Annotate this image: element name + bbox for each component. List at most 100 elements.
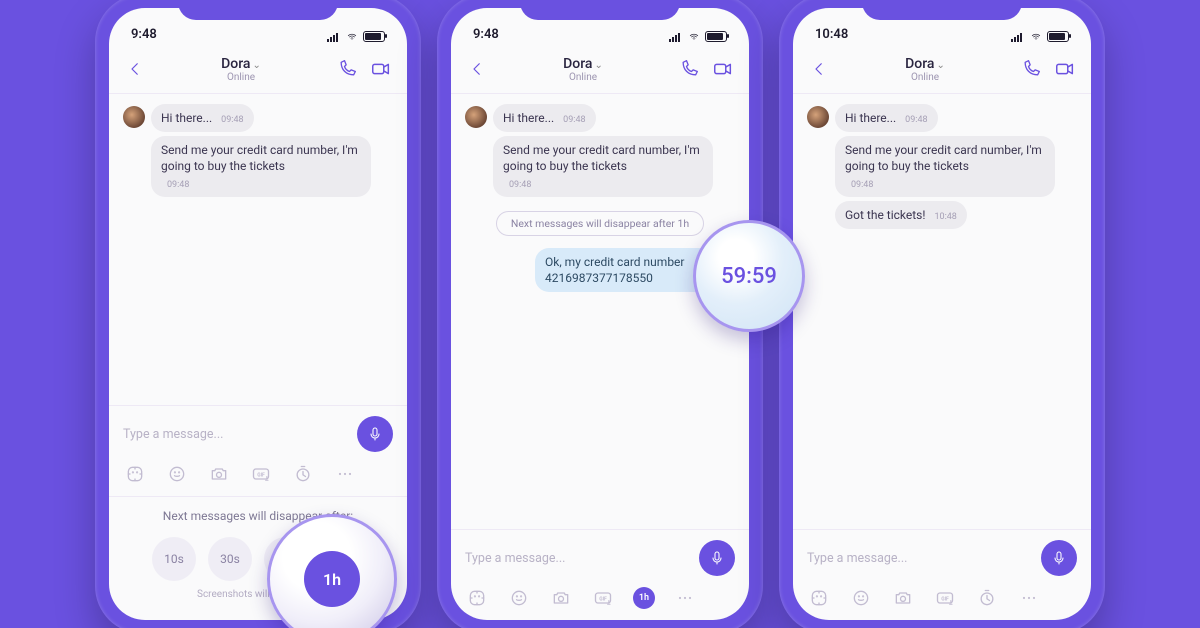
emoji-icon[interactable] [507,586,531,610]
message-text: Send me your credit card number, I'm goi… [503,143,700,173]
cellular-icon [669,32,683,42]
timer-icon[interactable] [975,586,999,610]
timer-option-1h-selected[interactable]: 1h [304,551,360,607]
message-bubble[interactable]: Hi there... 09:48 [493,104,596,132]
camera-icon[interactable] [207,462,231,486]
emoji-icon[interactable] [849,586,873,610]
status-right-icons [669,31,727,42]
timer-option-10s[interactable]: 10s [152,537,196,581]
message-time: 09:48 [563,115,585,125]
input-area: Type a message... GIF [793,529,1091,620]
message-list[interactable]: Hi there... 09:48 Send me your credit ca… [109,94,407,405]
chat-header: Dora⌄ Online [109,44,407,94]
message-row: Send me your credit card number, I'm goi… [807,136,1077,197]
notch [520,0,680,20]
message-bubble[interactable]: Send me your credit card number, I'm goi… [151,136,371,197]
call-icon[interactable] [335,57,359,81]
chevron-down-icon: ⌄ [936,60,944,71]
chat-header: Dora⌄ Online [793,44,1091,94]
call-icon[interactable] [677,57,701,81]
more-icon[interactable] [333,462,357,486]
camera-icon[interactable] [549,586,573,610]
more-icon[interactable] [673,586,697,610]
message-list[interactable]: Hi there... 09:48 Send me your credit ca… [451,94,749,529]
message-text: Hi there... [503,111,554,125]
message-time: 09:48 [905,115,927,125]
chat-title[interactable]: Dora⌄ Online [147,54,335,83]
chat-title[interactable]: Dora⌄ Online [489,54,677,83]
mic-button[interactable] [1041,540,1077,576]
emoji-icon[interactable] [165,462,189,486]
message-text: Hi there... [161,111,212,125]
message-row: Hi there... 09:48 [465,104,735,132]
message-input[interactable]: Type a message... [807,551,1031,566]
svg-text:GIF: GIF [941,597,949,603]
avatar[interactable] [465,106,487,128]
phone-mock-1: 9:48 Dora⌄ Online [95,0,421,628]
battery-icon [1047,31,1069,42]
message-time: 09:48 [509,180,531,190]
sticker-icon[interactable] [807,586,831,610]
tool-row: GIF 1h [465,586,735,610]
call-icon[interactable] [1019,57,1043,81]
message-time: 09:48 [851,180,873,190]
message-row: Hi there... 09:48 [123,104,393,132]
disappear-divider: Next messages will disappear after 1h [496,211,704,236]
message-bubble[interactable]: Hi there... 09:48 [835,104,938,132]
video-icon[interactable] [711,57,735,81]
message-time: 09:48 [221,115,243,125]
back-icon[interactable] [465,57,489,81]
cellular-icon [1011,32,1025,42]
sticker-icon[interactable] [123,462,147,486]
video-icon[interactable] [369,57,393,81]
back-icon[interactable] [807,57,831,81]
contact-name: Dora [905,56,934,72]
mic-button[interactable] [699,540,735,576]
contact-name: Dora [221,56,250,72]
message-bubble[interactable]: Got the tickets! 10:48 [835,201,967,229]
message-list[interactable]: Hi there... 09:48 Send me your credit ca… [793,94,1091,529]
video-icon[interactable] [1053,57,1077,81]
sticker-icon[interactable] [465,586,489,610]
message-input[interactable]: Type a message... [465,551,689,566]
battery-icon [705,31,727,42]
status-right-icons [1011,31,1069,42]
status-clock: 10:48 [815,27,848,42]
cellular-icon [327,32,341,42]
gif-icon[interactable]: GIF [249,462,273,486]
message-text: Got the tickets! [845,208,925,222]
message-bubble[interactable]: Hi there... 09:48 [151,104,254,132]
timer-option-30s[interactable]: 30s [208,537,252,581]
contact-status: Online [489,72,677,83]
input-area: Type a message... GIF 1h [451,529,749,620]
tool-row: GIF [123,462,393,486]
message-bubble[interactable]: Send me your credit card number, I'm goi… [493,136,713,197]
mic-button[interactable] [357,416,393,452]
screen: 9:48 Dora⌄ Online Hi there... [451,8,749,620]
timer-icon[interactable] [291,462,315,486]
message-row: Hi there... 09:48 [807,104,1077,132]
avatar[interactable] [123,106,145,128]
message-bubble[interactable]: Send me your credit card number, I'm goi… [835,136,1055,197]
tool-row: GIF [807,586,1077,610]
camera-icon[interactable] [891,586,915,610]
message-row: Got the tickets! 10:48 [807,201,1077,229]
phone-mock-3: 10:48 Dora⌄ Online Hi there... [779,0,1105,628]
message-text: Send me your credit card number, I'm goi… [845,143,1042,173]
back-icon[interactable] [123,57,147,81]
status-clock: 9:48 [473,27,499,42]
contact-status: Online [831,72,1019,83]
timer-chip-active[interactable]: 1h [633,587,655,609]
avatar[interactable] [807,106,829,128]
chat-title[interactable]: Dora⌄ Online [831,54,1019,83]
wifi-icon [345,32,359,42]
message-row: Send me your credit card number, I'm goi… [465,136,735,197]
gif-icon[interactable]: GIF [591,586,615,610]
gif-icon[interactable]: GIF [933,586,957,610]
message-text: Hi there... [845,111,896,125]
input-area: Type a message... GIF [109,405,407,496]
wifi-icon [1029,32,1043,42]
message-input[interactable]: Type a message... [123,427,347,442]
more-icon[interactable] [1017,586,1041,610]
wifi-icon [687,32,701,42]
